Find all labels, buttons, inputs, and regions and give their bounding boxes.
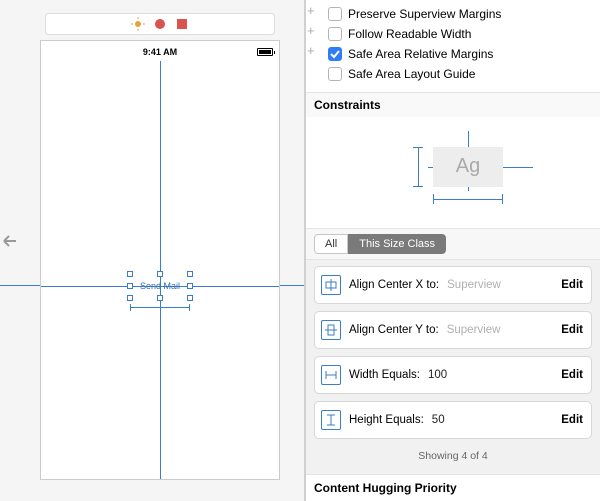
segment-this-size-class[interactable]: This Size Class [348, 234, 446, 254]
option-label: Safe Area Relative Margins [348, 47, 493, 61]
preview-width-line [433, 199, 503, 200]
status-bar: 9:41 AM [41, 47, 279, 61]
edit-button[interactable]: Edit [561, 414, 583, 426]
plus-icon[interactable]: + [307, 24, 315, 38]
option-label: Preserve Superview Margins [348, 7, 501, 21]
constraint-filter-segment: All This Size Class [306, 229, 600, 260]
resize-handle[interactable] [157, 295, 163, 301]
resize-handle[interactable] [187, 271, 193, 277]
selected-button[interactable]: Send Mail [130, 274, 190, 298]
constraint-row-center-x[interactable]: Align Center X to: Superview Edit [314, 266, 592, 304]
height-icon [321, 410, 341, 430]
plus-icon[interactable]: + [307, 4, 315, 18]
align-center-x-icon [321, 275, 341, 295]
guide-ext-left [0, 285, 40, 286]
device-frame[interactable]: 9:41 AM [40, 40, 280, 480]
safe-area-layout-guide[interactable]: Safe Area Layout Guide [328, 64, 594, 84]
constraint-value: 100 [428, 369, 553, 381]
stop-icon[interactable] [175, 17, 189, 31]
constraint-label: Align Center X to: [349, 279, 439, 291]
back-arrow-icon[interactable] [2, 230, 20, 257]
option-label: Follow Readable Width [348, 27, 471, 41]
constraint-value: 50 [432, 414, 553, 426]
constraint-value: Superview [447, 324, 554, 336]
margin-options: Preserve Superview Margins Follow Readab… [306, 0, 600, 92]
battery-icon [257, 48, 273, 56]
status-time: 9:41 AM [143, 47, 177, 57]
preview-element: Ag [433, 147, 503, 187]
constraint-row-height[interactable]: Height Equals: 50 Edit [314, 401, 592, 439]
device-toolbar [45, 13, 275, 35]
checkbox-icon[interactable] [328, 7, 342, 21]
constraint-list: Align Center X to: Superview Edit Align … [306, 260, 600, 474]
constraints-preview[interactable]: Ag [306, 117, 600, 229]
constraints-header: Constraints [306, 92, 600, 117]
plus-icon[interactable]: + [307, 44, 315, 58]
showing-count: Showing 4 of 4 [314, 446, 592, 468]
inspector-pane: Preserve Superview Margins Follow Readab… [305, 0, 600, 501]
edit-button[interactable]: Edit [561, 324, 583, 336]
selected-button-label: Send Mail [140, 281, 180, 291]
option-label: Safe Area Layout Guide [348, 67, 475, 81]
content-hugging-header: Content Hugging Priority [306, 474, 600, 501]
guide-vertical [160, 61, 161, 479]
align-center-y-icon [321, 320, 341, 340]
preserve-superview-margins[interactable]: Preserve Superview Margins [328, 4, 594, 24]
sun-icon[interactable] [131, 17, 145, 31]
constraint-label: Width Equals: [349, 369, 420, 381]
follow-readable-width[interactable]: Follow Readable Width [328, 24, 594, 44]
constraint-row-width[interactable]: Width Equals: 100 Edit [314, 356, 592, 394]
resize-handle[interactable] [187, 295, 193, 301]
constraint-value: Superview [447, 279, 553, 291]
checkbox-icon[interactable] [328, 27, 342, 41]
safe-area-relative-margins[interactable]: Safe Area Relative Margins [328, 44, 594, 64]
segment-all[interactable]: All [314, 234, 348, 254]
edit-button[interactable]: Edit [561, 369, 583, 381]
resize-handle[interactable] [127, 295, 133, 301]
record-icon[interactable] [153, 17, 167, 31]
resize-handle[interactable] [127, 271, 133, 277]
width-icon [321, 365, 341, 385]
constraint-label: Height Equals: [349, 414, 424, 426]
constraint-label: Align Center Y to: [349, 324, 439, 336]
guide-ext-right [280, 285, 304, 286]
checkbox-checked-icon[interactable] [328, 47, 342, 61]
width-dimension-line [130, 307, 190, 308]
add-trait-column: + + + [307, 4, 315, 58]
resize-handle[interactable] [157, 271, 163, 277]
checkbox-icon[interactable] [328, 67, 342, 81]
edit-button[interactable]: Edit [561, 279, 583, 291]
canvas-pane: 9:41 AM Send Mail [0, 0, 305, 501]
preview-height-line [418, 147, 419, 187]
constraint-row-center-y[interactable]: Align Center Y to: Superview Edit [314, 311, 592, 349]
resize-handle[interactable] [187, 283, 193, 289]
resize-handle[interactable] [127, 283, 133, 289]
